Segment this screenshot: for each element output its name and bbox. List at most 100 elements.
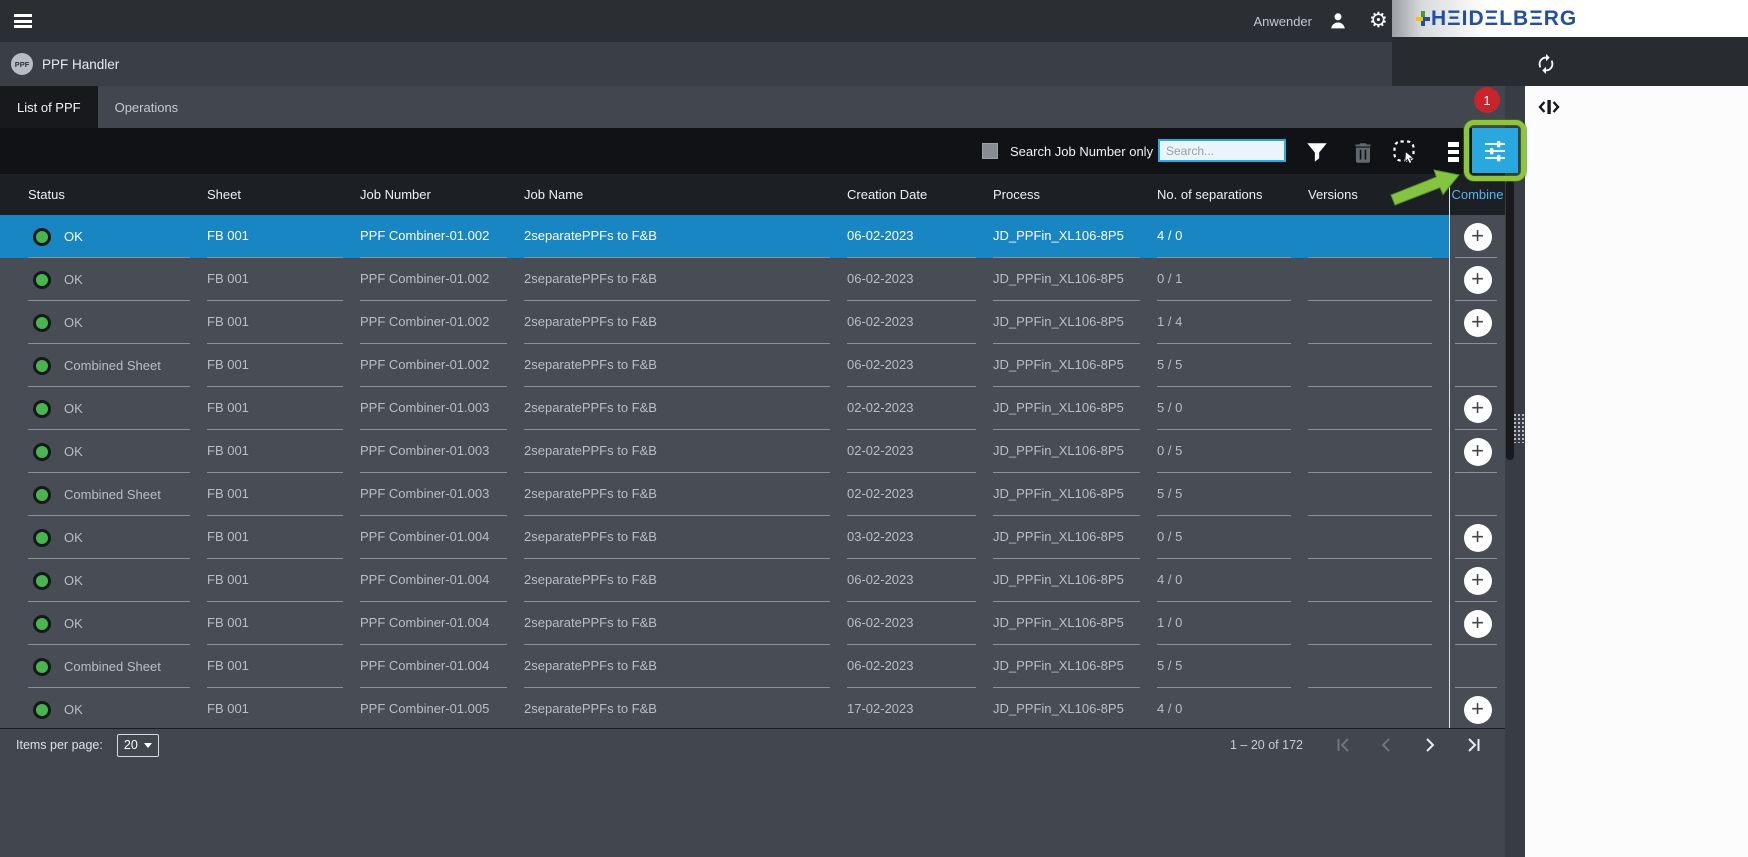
creation-date-cell: 06-02-2023 xyxy=(847,258,993,301)
job-name-cell: 2separatePPFs to F&B xyxy=(524,344,847,387)
creation-date-cell: 06-02-2023 xyxy=(847,602,993,645)
column-header-status[interactable]: Status xyxy=(28,174,207,215)
column-header-sheet[interactable]: Sheet xyxy=(207,174,360,215)
tab-list-of-ppf[interactable]: List of PPF xyxy=(0,86,98,128)
job-number-cell: PPF Combiner-01.003 xyxy=(360,387,524,430)
column-header-process[interactable]: Process xyxy=(993,174,1157,215)
status-cell: OK xyxy=(28,602,207,645)
status-cell: OK xyxy=(28,430,207,473)
column-header-combine[interactable]: Combine xyxy=(1449,174,1505,215)
filter-toolbar xyxy=(0,128,1525,174)
filter-icon[interactable] xyxy=(1304,140,1330,166)
separations-cell: 4 / 0 xyxy=(1157,215,1308,258)
column-header-creation_date[interactable]: Creation Date xyxy=(847,174,993,215)
status-cell: OK xyxy=(28,215,207,258)
table-row[interactable]: Combined Sheet FB 001 PPF Combiner-01.00… xyxy=(0,473,1505,516)
creation-date-cell: 06-02-2023 xyxy=(847,645,993,688)
status-green-icon xyxy=(33,400,51,418)
search-input[interactable] xyxy=(1158,139,1286,162)
combine-add-button[interactable]: + xyxy=(1464,395,1492,423)
sheet-cell: FB 001 xyxy=(207,645,360,688)
table-row[interactable]: Combined Sheet FB 001 PPF Combiner-01.00… xyxy=(0,344,1505,387)
next-page-icon[interactable] xyxy=(1422,737,1438,753)
pagination-controls: 1 – 20 of 172 xyxy=(1230,733,1482,757)
table-row[interactable]: OK FB 001 PPF Combiner-01.002 2separateP… xyxy=(0,215,1505,258)
job-number-cell: PPF Combiner-01.003 xyxy=(360,430,524,473)
table-row[interactable]: OK FB 001 PPF Combiner-01.004 2separateP… xyxy=(0,516,1505,559)
first-page-icon[interactable] xyxy=(1335,737,1351,753)
table-row[interactable]: OK FB 001 PPF Combiner-01.004 2separateP… xyxy=(0,559,1505,602)
versions-cell xyxy=(1308,430,1449,473)
combine-cell: + xyxy=(1449,688,1505,728)
combine-add-button[interactable]: + xyxy=(1464,524,1492,552)
marquee-select-icon[interactable] xyxy=(1392,139,1418,165)
creation-date-cell: 06-02-2023 xyxy=(847,344,993,387)
job-number-cell: PPF Combiner-01.002 xyxy=(360,344,524,387)
job-number-cell: PPF Combiner-01.003 xyxy=(360,473,524,516)
ppf-handler-window: Anwender ⚙ HΞIDΞLBΞRG PPF PPF Handler Li… xyxy=(0,0,1748,857)
sheet-cell: FB 001 xyxy=(207,387,360,430)
column-settings-button[interactable] xyxy=(1472,128,1518,173)
user-name-label[interactable]: Anwender xyxy=(1253,14,1312,29)
combine-cell: + xyxy=(1449,516,1505,559)
delete-icon[interactable] xyxy=(1350,140,1376,166)
settings-gear-icon[interactable]: ⚙ xyxy=(1369,8,1388,34)
sheet-cell: FB 001 xyxy=(207,559,360,602)
tab-operations[interactable]: Operations xyxy=(98,86,196,128)
column-header-separations[interactable]: No. of separations xyxy=(1157,174,1308,215)
sheet-cell: FB 001 xyxy=(207,430,360,473)
job-name-cell: 2separatePPFs to F&B xyxy=(524,215,847,258)
table-row[interactable]: OK FB 001 PPF Combiner-01.002 2separateP… xyxy=(0,258,1505,301)
table-row[interactable]: OK FB 001 PPF Combiner-01.004 2separateP… xyxy=(0,602,1505,645)
process-cell: JD_PPFin_XL106-8P5 xyxy=(993,688,1157,728)
combine-cell xyxy=(1449,645,1505,688)
status-green-icon xyxy=(33,701,51,719)
items-per-page-label: Items per page: xyxy=(16,738,103,752)
creation-date-cell: 02-02-2023 xyxy=(847,430,993,473)
more-options-icon[interactable] xyxy=(1447,142,1459,168)
combine-add-button[interactable]: + xyxy=(1464,567,1492,595)
table-row[interactable]: OK FB 001 PPF Combiner-01.002 2separateP… xyxy=(0,301,1505,344)
table-row[interactable]: OK FB 001 PPF Combiner-01.003 2separateP… xyxy=(0,430,1505,473)
separations-cell: 1 / 0 xyxy=(1157,602,1308,645)
combine-add-button[interactable]: + xyxy=(1464,438,1492,466)
column-header-versions[interactable]: Versions xyxy=(1308,174,1449,215)
status-cell: OK xyxy=(28,688,207,728)
combine-add-button[interactable]: + xyxy=(1464,309,1492,337)
combine-add-button[interactable]: + xyxy=(1464,696,1492,724)
table-row[interactable]: Combined Sheet FB 001 PPF Combiner-01.00… xyxy=(0,645,1505,688)
table-row[interactable]: OK FB 001 PPF Combiner-01.003 2separateP… xyxy=(0,387,1505,430)
creation-date-cell: 02-02-2023 xyxy=(847,473,993,516)
versions-cell xyxy=(1308,473,1449,516)
sheet-cell: FB 001 xyxy=(207,516,360,559)
status-cell: Combined Sheet xyxy=(28,473,207,516)
expand-panel-icon[interactable] xyxy=(1537,95,1561,119)
user-icon[interactable] xyxy=(1327,10,1349,32)
combine-cell xyxy=(1449,473,1505,516)
versions-cell xyxy=(1308,387,1449,430)
sheet-cell: FB 001 xyxy=(207,301,360,344)
column-header-job_name[interactable]: Job Name xyxy=(524,174,847,215)
heidelberg-plus-icon xyxy=(1416,11,1430,26)
panel-resize-handle[interactable] xyxy=(1513,413,1524,443)
separations-cell: 5 / 5 xyxy=(1157,645,1308,688)
status-cell: OK xyxy=(28,258,207,301)
combine-add-button[interactable]: + xyxy=(1464,610,1492,638)
items-per-page-select[interactable]: 20 xyxy=(117,734,159,757)
versions-cell xyxy=(1308,258,1449,301)
hamburger-menu-icon[interactable] xyxy=(14,14,32,28)
status-green-icon xyxy=(33,615,51,633)
combine-add-button[interactable]: + xyxy=(1464,223,1492,251)
job-number-cell: PPF Combiner-01.004 xyxy=(360,602,524,645)
versions-cell xyxy=(1308,559,1449,602)
combine-add-button[interactable]: + xyxy=(1464,266,1492,294)
last-page-icon[interactable] xyxy=(1466,737,1482,753)
job-name-cell: 2separatePPFs to F&B xyxy=(524,430,847,473)
table-row[interactable]: OK FB 001 PPF Combiner-01.005 2separateP… xyxy=(0,688,1505,728)
combine-cell: + xyxy=(1449,430,1505,473)
status-green-icon xyxy=(33,357,51,375)
previous-page-icon[interactable] xyxy=(1378,737,1394,753)
search-job-number-only-checkbox[interactable] xyxy=(982,143,998,159)
column-header-job_number[interactable]: Job Number xyxy=(360,174,524,215)
refresh-icon[interactable] xyxy=(1535,53,1557,75)
